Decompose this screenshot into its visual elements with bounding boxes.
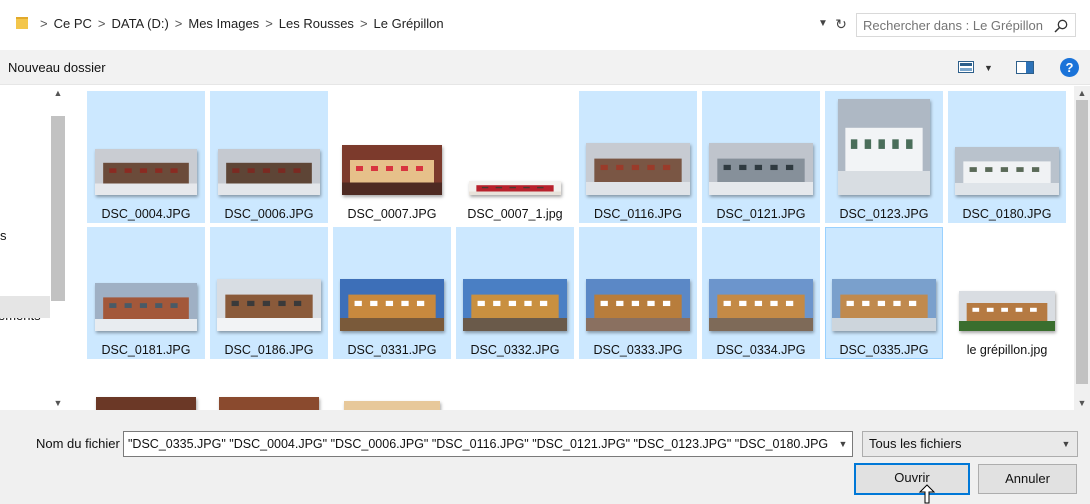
file-name: DSC_0331.JPG	[347, 343, 437, 357]
folder-icon	[16, 17, 28, 29]
breadcrumb-separator[interactable]: >	[261, 16, 277, 31]
file-thumbnail	[469, 181, 561, 195]
breadcrumb[interactable]: > Ce PC > DATA (D:) > Mes Images > Les Rousses >…	[36, 14, 446, 34]
file-name: DSC_0181.JPG	[101, 343, 191, 357]
file-thumbnail	[709, 143, 813, 195]
nav-scrollbar-thumb[interactable]	[51, 116, 65, 301]
file-name: DSC_0004.JPG	[101, 207, 191, 221]
command-bar	[0, 50, 1090, 85]
search-box[interactable]	[856, 13, 1076, 37]
open-button[interactable]: Ouvrir	[854, 463, 970, 495]
file-thumbnail	[95, 283, 197, 331]
filetype-chevron-down-icon[interactable]: ▼	[1059, 432, 1073, 456]
file-tile[interactable]	[456, 363, 574, 410]
filename-combobox[interactable]: ▼	[123, 431, 853, 457]
filename-label: Nom du fichier :	[36, 436, 128, 451]
file-thumbnail	[217, 279, 321, 331]
breadcrumb-separator[interactable]: >	[356, 16, 372, 31]
file-tile[interactable]: DSC_0116.JPG	[579, 91, 697, 223]
search-icon[interactable]	[1053, 18, 1069, 34]
filename-chevron-down-icon[interactable]: ▼	[834, 432, 852, 456]
file-name: DSC_0006.JPG	[224, 207, 314, 221]
breadcrumb-separator[interactable]: >	[94, 16, 110, 31]
file-tile[interactable]: DSC_0006.JPG	[210, 91, 328, 223]
file-tile[interactable]: le grépillon.jpg	[948, 227, 1066, 359]
view-options-icon[interactable]	[958, 61, 974, 73]
file-thumbnail	[832, 279, 936, 331]
file-thumbnail	[95, 149, 197, 195]
file-name: DSC_0123.JPG	[839, 207, 929, 221]
filetype-select[interactable]: Tous les fichiers ▼	[862, 431, 1078, 457]
file-name: DSC_0121.JPG	[716, 207, 806, 221]
file-tile[interactable]: DSC_0004.JPG	[87, 91, 205, 223]
file-name: DSC_0180.JPG	[962, 207, 1052, 221]
view-chevron-down-icon[interactable]: ▼	[984, 59, 993, 77]
file-tile[interactable]	[333, 363, 451, 410]
breadcrumb-item-data[interactable]: DATA (D:)	[109, 16, 170, 31]
file-name: le grépillon.jpg	[966, 343, 1048, 357]
file-thumbnail	[586, 279, 690, 331]
file-thumbnail	[344, 401, 440, 410]
breadcrumb-item-les-rousses[interactable]: Les Rousses	[277, 16, 356, 31]
file-tile[interactable]	[87, 363, 205, 410]
file-tile[interactable]: DSC_0181.JPG	[87, 227, 205, 359]
search-input[interactable]	[863, 16, 1043, 34]
file-tile[interactable]: DSC_0186.JPG	[210, 227, 328, 359]
file-thumbnail	[955, 147, 1059, 195]
file-list-scrollbar-thumb[interactable]	[1076, 100, 1088, 384]
file-thumbnail	[586, 143, 690, 195]
file-thumbnail	[219, 397, 319, 410]
file-name: DSC_0186.JPG	[224, 343, 314, 357]
nav-scroll-down-icon[interactable]: ▼	[50, 396, 66, 410]
breadcrumb-separator[interactable]: >	[171, 16, 187, 31]
file-tile[interactable]: DSC_0335.JPG	[825, 227, 943, 359]
address-history-chevron-down-icon[interactable]: ▼	[816, 16, 830, 32]
breadcrumb-item-mes-images[interactable]: Mes Images	[186, 16, 261, 31]
file-tile[interactable]: DSC_0333.JPG	[579, 227, 697, 359]
file-tile[interactable]: DSC_0121.JPG	[702, 91, 820, 223]
file-name: DSC_0007.JPG	[347, 207, 437, 221]
file-thumbnail	[709, 279, 813, 331]
file-list[interactable]: DSC_0004.JPG DSC_0006.JPG DSC_0007.JPG DSC_…	[68, 86, 1074, 410]
nav-item-partial[interactable]: s	[0, 228, 7, 243]
file-name: DSC_0332.JPG	[470, 343, 560, 357]
file-name: DSC_0333.JPG	[593, 343, 683, 357]
refresh-icon[interactable]: ↻	[832, 14, 850, 34]
file-tile[interactable]	[210, 363, 328, 410]
file-thumbnail	[959, 291, 1055, 331]
file-thumbnail	[342, 145, 442, 195]
file-tile[interactable]: DSC_0332.JPG	[456, 227, 574, 359]
breadcrumb-item-le-grepillon[interactable]: Le Grépillon	[372, 16, 446, 31]
breadcrumb-item-ce-pc[interactable]: Ce PC	[52, 16, 94, 31]
file-thumbnail	[218, 149, 320, 195]
file-name: DSC_0335.JPG	[839, 343, 929, 357]
scroll-up-icon[interactable]: ▲	[1074, 86, 1090, 100]
file-tile[interactable]: DSC_0180.JPG	[948, 91, 1066, 223]
nav-scroll-up-icon[interactable]: ▲	[50, 86, 66, 100]
file-name: DSC_0116.JPG	[593, 207, 682, 221]
nav-item-selected[interactable]	[0, 296, 50, 318]
breadcrumb-separator: >	[40, 16, 48, 31]
preview-pane-icon[interactable]	[1016, 61, 1034, 74]
file-tile[interactable]: DSC_0331.JPG	[333, 227, 451, 359]
file-tile[interactable]: DSC_0123.JPG	[825, 91, 943, 223]
file-thumbnail	[96, 397, 196, 410]
filename-input[interactable]	[128, 435, 828, 453]
file-name: DSC_0334.JPG	[716, 343, 806, 357]
file-thumbnail	[340, 279, 444, 331]
filetype-value: Tous les fichiers	[869, 436, 962, 451]
file-thumbnail	[463, 279, 567, 331]
file-thumbnail	[838, 99, 930, 195]
file-tile[interactable]: DSC_0334.JPG	[702, 227, 820, 359]
new-folder-button[interactable]: Nouveau dossier	[8, 59, 106, 77]
cancel-button[interactable]: Annuler	[978, 464, 1077, 494]
file-name: DSC_0007_1.jpg	[467, 207, 563, 221]
file-tile[interactable]: DSC_0007.JPG	[333, 91, 451, 223]
scroll-down-icon[interactable]: ▼	[1074, 396, 1090, 410]
help-icon[interactable]: ?	[1060, 58, 1079, 77]
mouse-cursor-icon	[918, 484, 936, 504]
file-tile[interactable]: DSC_0007_1.jpg	[456, 91, 574, 223]
